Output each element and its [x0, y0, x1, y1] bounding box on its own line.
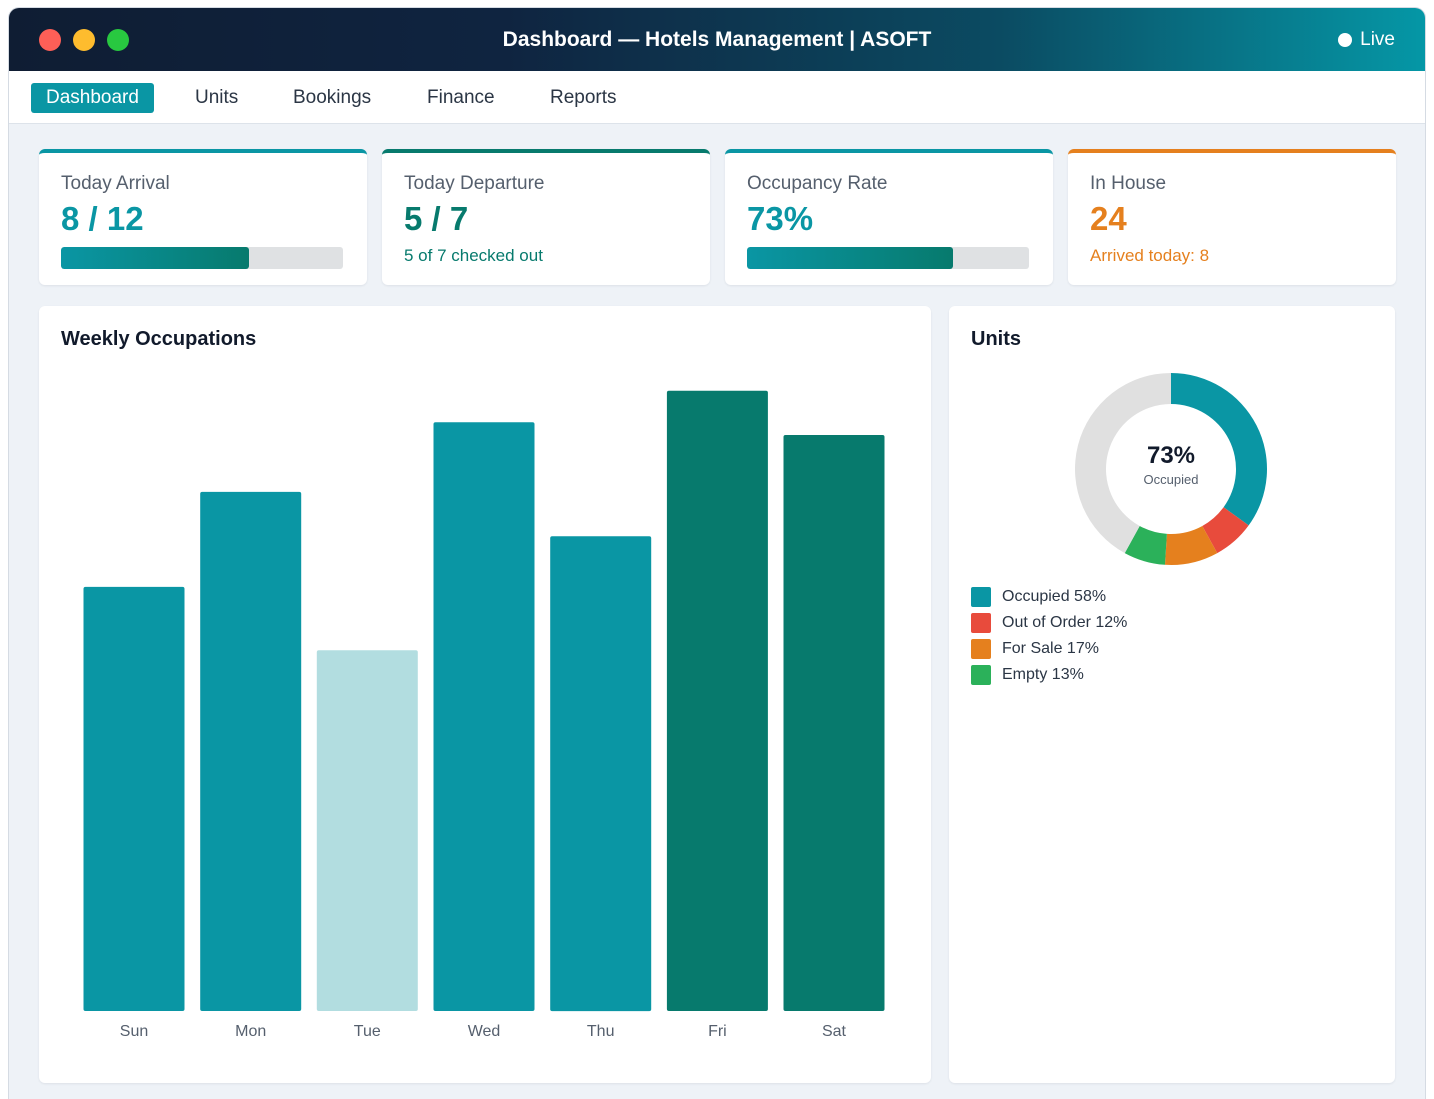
occupancy-progress-bar	[747, 247, 1029, 269]
legend-item-empty: Empty 13%	[971, 662, 1127, 688]
tab-units[interactable]: Units	[180, 83, 253, 113]
donut-center-label: Occupied	[1144, 472, 1199, 487]
tab-finance[interactable]: Finance	[412, 83, 510, 113]
x-tick-label: Fri	[708, 1023, 727, 1040]
tab-reports[interactable]: Reports	[535, 83, 632, 113]
kpi-today-arrival: Today Arrival 8 / 12	[39, 149, 367, 285]
legend-swatch	[971, 613, 991, 633]
legend-label: Out of Order 12%	[1002, 614, 1128, 631]
units-legend: Occupied 58% Out of Order 12% For Sale 1…	[971, 584, 1127, 688]
weekly-bar-chart: Sun Mon Tue Wed Thu Fri Sat	[83, 390, 885, 1040]
tab-dashboard[interactable]: Dashboard	[31, 83, 154, 113]
weekly-occupations-panel: Weekly Occupations Sun Mon Tue Wed Thu Fri Sat	[39, 306, 931, 1083]
kpi-value: 8 / 12	[61, 200, 144, 237]
live-dot-icon	[1338, 32, 1353, 47]
kpi-occupancy-rate: Occupancy Rate 73%	[725, 149, 1053, 285]
bar-fri	[666, 390, 768, 1011]
kpi-in-house: In House 24 Arrived today: 8	[1068, 149, 1396, 285]
legend-swatch	[971, 665, 991, 685]
kpi-label: Today Arrival	[61, 173, 170, 194]
kpi-label: Today Departure	[404, 173, 545, 194]
bar-sat	[783, 435, 885, 1011]
bar-thu	[550, 536, 652, 1012]
kpi-label: Occupancy Rate	[747, 173, 888, 194]
units-donut-chart: 73% Occupied	[1075, 373, 1267, 565]
live-indicator: Live	[1338, 8, 1395, 71]
legend-item-occupied: Occupied 58%	[971, 584, 1127, 610]
bar-sun	[83, 586, 185, 1011]
kpi-today-departure: Today Departure 5 / 7 5 of 7 checked out	[382, 149, 710, 285]
x-tick-label: Mon	[235, 1023, 266, 1040]
x-tick-label: Wed	[468, 1023, 501, 1040]
legend-label: For Sale 17%	[1002, 640, 1099, 657]
legend-label: Occupied 58%	[1002, 588, 1107, 605]
tab-bookings[interactable]: Bookings	[278, 83, 386, 113]
x-tick-label: Sun	[120, 1023, 148, 1040]
x-tick-label: Thu	[587, 1023, 615, 1040]
legend-swatch	[971, 639, 991, 659]
arrival-progress-fill	[61, 247, 250, 269]
kpi-value: 5 / 7	[404, 200, 469, 237]
kpi-value: 73%	[747, 200, 814, 237]
x-tick-label: Tue	[354, 1023, 381, 1040]
app-window: Dashboard — Hotels Management | ASOFT Li…	[9, 8, 1425, 1099]
kpi-subtext: 5 of 7 checked out	[404, 246, 543, 265]
legend-item-out-of-order: Out of Order 12%	[971, 610, 1127, 636]
window-title: Dashboard — Hotels Management | ASOFT	[502, 28, 932, 51]
bar-tue	[316, 650, 418, 1011]
nav-bar: Dashboard Units Bookings Finance Reports	[9, 71, 1425, 124]
x-tick-label: Sat	[822, 1023, 847, 1040]
units-panel: Units 73% Occupied Occupied 58% Out of O…	[949, 306, 1395, 1083]
bar-wed	[433, 422, 535, 1011]
occupancy-progress-fill	[747, 247, 953, 269]
legend-item-for-sale: For Sale 17%	[971, 636, 1127, 662]
kpi-value: 24	[1090, 200, 1127, 237]
bar-mon	[200, 491, 302, 1011]
kpi-label: In House	[1090, 173, 1167, 194]
legend-swatch	[971, 587, 991, 607]
kpi-subtext: Arrived today: 8	[1090, 246, 1210, 265]
title-bar: Dashboard — Hotels Management | ASOFT Li…	[9, 8, 1425, 71]
live-label: Live	[1360, 28, 1395, 50]
donut-center-value: 73%	[1147, 442, 1195, 469]
arrival-progress-bar	[61, 247, 343, 269]
legend-label: Empty 13%	[1002, 666, 1084, 683]
